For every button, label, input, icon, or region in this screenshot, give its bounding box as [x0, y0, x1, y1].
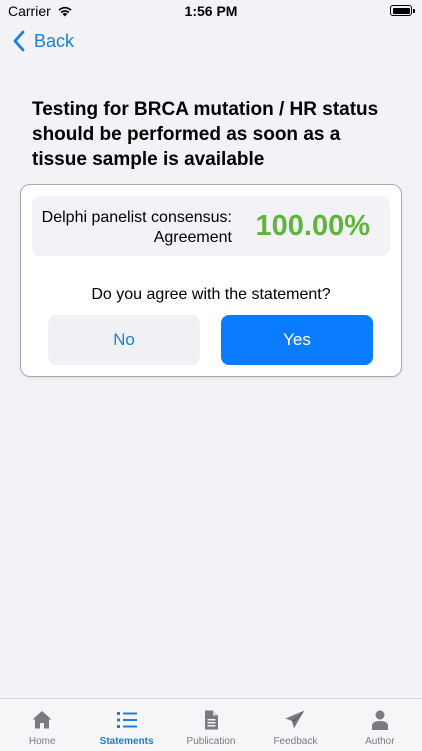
- back-button[interactable]: Back: [12, 30, 74, 52]
- battery-icon: [390, 5, 415, 16]
- tab-publication[interactable]: Publication: [169, 699, 253, 751]
- back-label: Back: [34, 30, 75, 51]
- status-time: 1:56 PM: [184, 3, 238, 19]
- tab-feedback-label: Feedback: [273, 736, 318, 747]
- consensus-value: 100.00%: [255, 210, 371, 242]
- yes-button[interactable]: Yes: [221, 315, 373, 365]
- person-icon: [371, 710, 388, 730]
- tab-home-label: Home: [28, 736, 56, 747]
- tab-author-label: Author: [365, 736, 395, 747]
- tab-feedback[interactable]: Feedback: [253, 699, 337, 751]
- consensus-label: Delphi panelist consensus: Agreement: [41, 209, 232, 246]
- agreement-question: Do you agree with the statement?: [91, 286, 331, 303]
- consensus-panel: Delphi panelist consensus: Agreement 100…: [32, 196, 390, 256]
- statement-card: Delphi panelist consensus: Agreement 100…: [20, 184, 402, 377]
- tab-bar: Home Statements Publication Feedback Aut…: [0, 698, 422, 751]
- tab-publication-label: Publication: [186, 736, 236, 747]
- list-icon: [116, 712, 137, 728]
- no-button[interactable]: No: [48, 315, 200, 365]
- statement-text: Testing for BRCA mutation / HR status sh…: [32, 99, 379, 170]
- paper-plane-icon: [285, 710, 305, 729]
- tab-home[interactable]: Home: [0, 699, 84, 751]
- chevron-left-icon: [13, 30, 25, 52]
- tab-statements-label: Statements: [99, 736, 154, 747]
- status-bar: Carrier 1:56 PM: [0, 0, 422, 22]
- tab-author[interactable]: Author: [338, 699, 422, 751]
- home-icon: [32, 711, 52, 729]
- tab-statements[interactable]: Statements: [84, 699, 168, 751]
- document-icon: [205, 710, 219, 730]
